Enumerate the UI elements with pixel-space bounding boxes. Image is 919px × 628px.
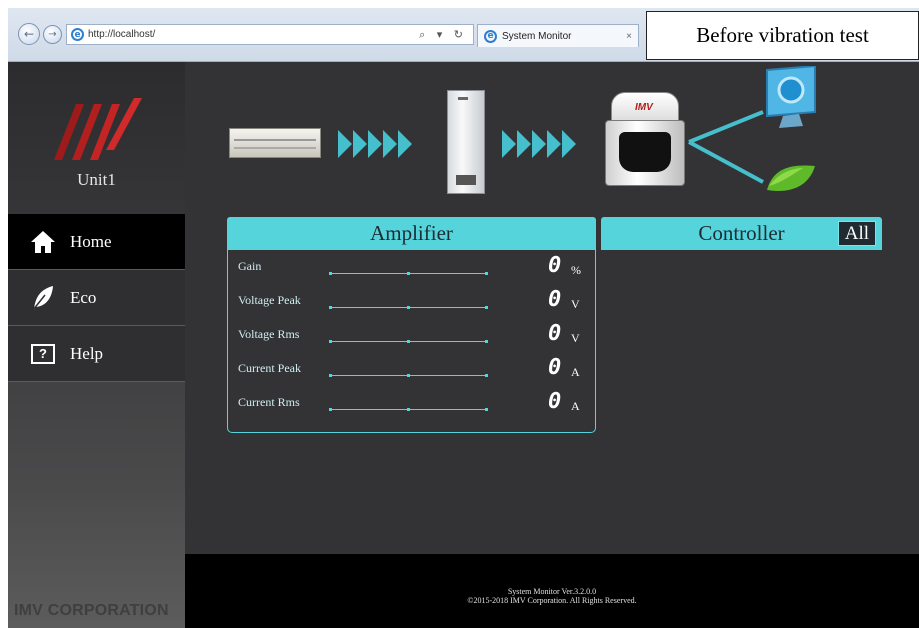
- unit-name: Unit1: [77, 170, 116, 189]
- browser-tab[interactable]: e System Monitor ×: [477, 24, 639, 47]
- meter-label: Current Peak: [238, 361, 301, 375]
- sidebar-menu: Home Eco ? Help: [8, 214, 185, 382]
- meter-value: 0: [548, 389, 562, 414]
- eco-leaves-icon: [767, 165, 815, 191]
- sidebar-item-help[interactable]: ? Help: [8, 326, 185, 382]
- meter-value: 0: [548, 287, 562, 312]
- home-icon: [30, 229, 56, 255]
- meter-scale: [329, 408, 488, 411]
- meter-value: 0: [548, 253, 562, 278]
- meter-label: Voltage Rms: [238, 327, 300, 341]
- meter-unit: %: [571, 263, 581, 277]
- controller-title: Controller: [698, 221, 785, 245]
- meter-row: Gain 0 %: [228, 253, 597, 293]
- browser-logo-icon: e: [71, 28, 84, 41]
- meter-unit: V: [571, 297, 580, 311]
- meter-row: Voltage Peak 0 V: [228, 287, 597, 327]
- main-content: IMV Amplifier Gain 0 % Voltage Peak 0 V …: [185, 62, 919, 554]
- meter-scale: [329, 374, 488, 377]
- sidebar: Unit1 Home Eco ? Help IMV CORPORATION: [8, 62, 185, 628]
- amplifier-header: Amplifier: [227, 217, 596, 250]
- back-button[interactable]: ←: [18, 23, 40, 45]
- help-icon: ?: [30, 341, 56, 367]
- tab-title: System Monitor: [502, 30, 572, 42]
- meter-scale: [329, 306, 488, 309]
- vibration-shaker-image: IMV: [605, 92, 685, 186]
- meter-unit: A: [571, 399, 580, 413]
- amplifier-rack-image: [229, 128, 321, 158]
- meter-unit: A: [571, 365, 580, 379]
- flow-arrows-icon: [502, 130, 576, 158]
- imv-logo-icon: [54, 98, 142, 160]
- flow-arrows-icon: [338, 130, 412, 158]
- sidebar-item-eco[interactable]: Eco: [8, 270, 185, 326]
- meter-scale: [329, 272, 488, 275]
- controller-filter-button[interactable]: All: [837, 221, 876, 246]
- app-window: Unit1 Home Eco ? Help IMV CORPORATION IM…: [8, 62, 919, 628]
- sidebar-item-label: Eco: [70, 287, 97, 307]
- tab-favicon-icon: e: [484, 29, 497, 43]
- version-text: System Monitor Ver.3.2.0.0: [507, 587, 597, 596]
- amplifier-cabinet-image: [447, 90, 485, 194]
- meter-unit: V: [571, 331, 580, 345]
- tab-close-icon[interactable]: ×: [626, 31, 638, 42]
- meter-value: 0: [548, 321, 562, 346]
- sidebar-item-home[interactable]: Home: [8, 214, 185, 270]
- meter-value: 0: [548, 355, 562, 380]
- meter-row: Voltage Rms 0 V: [228, 321, 597, 361]
- address-url: http://localhost/: [88, 29, 156, 40]
- caption-label: Before vibration test: [646, 11, 919, 60]
- company-name: IMV CORPORATION: [14, 602, 169, 619]
- footer: System Monitor Ver.3.2.0.0 ©2015-2018 IM…: [185, 554, 919, 628]
- meter-label: Current Rms: [238, 395, 300, 409]
- leaf-icon: [30, 285, 56, 311]
- controller-header: Controller All: [601, 217, 882, 250]
- sidebar-item-label: Home: [70, 231, 112, 251]
- amplifier-title: Amplifier: [370, 221, 453, 245]
- meter-row: Current Peak 0 A: [228, 355, 597, 395]
- amplifier-panel: Gain 0 % Voltage Peak 0 V Voltage Rms 0 …: [227, 249, 596, 433]
- sidebar-item-label: Help: [70, 343, 104, 363]
- meter-label: Voltage Peak: [238, 293, 301, 307]
- meter-scale: [329, 340, 488, 343]
- meter-row: Current Rms 0 A: [228, 389, 597, 429]
- address-tools[interactable]: ⌕ ▾ ↻: [419, 28, 473, 42]
- meter-label: Gain: [238, 259, 262, 273]
- shaker-logo: IMV: [635, 102, 653, 113]
- copyright-text: ©2015-2018 IMV Corporation. All Rights R…: [467, 596, 637, 605]
- forward-button[interactable]: →: [43, 25, 62, 44]
- monitor-icon: [766, 66, 816, 128]
- address-bar[interactable]: e http://localhost/ ⌕ ▾ ↻: [66, 24, 474, 45]
